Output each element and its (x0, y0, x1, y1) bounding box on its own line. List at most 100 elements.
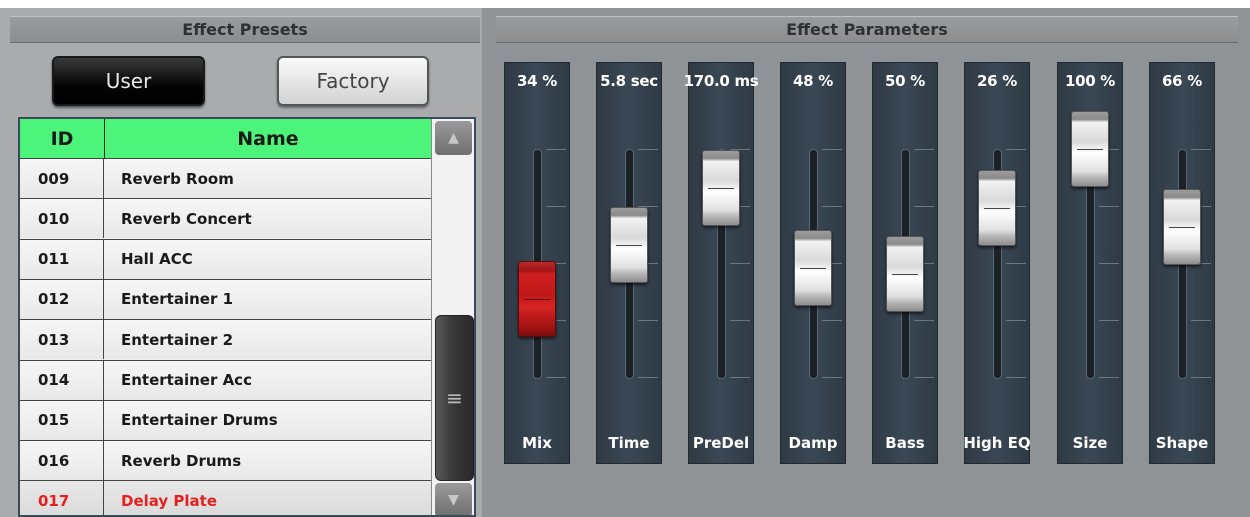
fader-bass: 50 % Bass (872, 62, 938, 464)
fader-label: Time (608, 434, 650, 452)
scale-tick (914, 206, 934, 207)
preset-id: 015 (20, 400, 104, 440)
fader-time: 5.8 sec Time (596, 62, 662, 464)
scale-tick (1191, 377, 1211, 378)
scale-tick (914, 377, 934, 378)
scale-tick (1099, 320, 1119, 321)
fader-knob[interactable] (518, 261, 556, 338)
preset-id: 010 (20, 199, 104, 239)
preset-name: Entertainer Acc (121, 371, 252, 389)
fader-high-eq: 26 % High EQ (963, 62, 1031, 464)
scale-tick (1099, 263, 1119, 264)
user-bank-button[interactable]: User (52, 56, 205, 106)
fader-value: 66 % (1162, 72, 1202, 90)
fader-label: Mix (522, 434, 552, 452)
scale-tick (822, 320, 842, 321)
fader-knob[interactable] (978, 170, 1016, 247)
fader-mix: 34 % Mix (504, 62, 570, 464)
scale-tick (1006, 320, 1026, 321)
preset-name: Entertainer Drums (121, 411, 278, 430)
preset-row[interactable]: 011 Hall ACC (20, 238, 431, 279)
scale-tick (1006, 263, 1026, 264)
scale-tick (822, 377, 842, 378)
preset-row[interactable]: 009 Reverb Room (20, 158, 431, 198)
fader-knob[interactable] (794, 229, 832, 306)
preset-row[interactable]: 014 Entertainer Acc (20, 359, 431, 400)
effect-presets-title: Effect Presets (10, 16, 480, 43)
triangle-up-icon: ▲ (448, 130, 459, 146)
preset-list-scrollbar[interactable]: ▲ ≡ ▼ (431, 119, 474, 515)
scale-tick (914, 149, 934, 150)
fader-size: 100 % Size (1057, 62, 1123, 464)
scale-tick (638, 149, 658, 150)
scale-tick (730, 377, 750, 378)
triangle-down-icon: ▼ (448, 492, 459, 508)
fader-value: 48 % (793, 72, 833, 90)
fader-value: 170.0 ms (683, 72, 759, 90)
scale-tick (1191, 149, 1211, 150)
preset-list-header: ID Name (20, 119, 431, 158)
scroll-down-button[interactable]: ▼ (435, 483, 472, 515)
fader-label: PreDel (692, 434, 750, 452)
preset-row[interactable]: 017 Delay Plate (20, 480, 431, 515)
preset-id: 012 (20, 279, 104, 319)
fader-value: 100 % (1064, 72, 1116, 90)
preset-name: Reverb Drums (121, 451, 242, 470)
name-column-header: Name (237, 127, 299, 150)
preset-row[interactable]: 016 Reverb Drums (20, 440, 431, 481)
scale-tick (1099, 206, 1119, 207)
fader-label: Bass (885, 434, 925, 452)
factory-bank-button[interactable]: Factory (277, 56, 429, 106)
scale-tick (1099, 377, 1119, 378)
fader-value: 26 % (977, 72, 1017, 90)
scale-tick (822, 149, 842, 150)
grip-lines-icon: ≡ (446, 386, 463, 410)
preset-name: Entertainer 2 (121, 330, 234, 349)
fader-label: Shape (1155, 434, 1209, 452)
fader-knob[interactable] (1163, 188, 1201, 265)
preset-id: 011 (20, 239, 104, 279)
scroll-thumb[interactable]: ≡ (435, 315, 474, 481)
fader-knob[interactable] (610, 206, 648, 283)
fader-shape: 66 % Shape (1149, 62, 1215, 464)
scale-tick (730, 263, 750, 264)
preset-list: ID Name 009 Reverb Room 010 Reverb Concert 0… (18, 117, 476, 517)
fader-knob[interactable] (702, 149, 740, 226)
fader-knob[interactable] (1071, 111, 1109, 187)
scale-tick (1006, 377, 1026, 378)
preset-name: Reverb Concert (121, 209, 252, 228)
preset-id: 013 (20, 320, 104, 360)
fader-predel: 170.0 ms PreDel (683, 62, 759, 464)
scroll-up-button[interactable]: ▲ (435, 121, 472, 155)
preset-row[interactable]: 013 Entertainer 2 (20, 319, 431, 360)
scale-tick (822, 206, 842, 207)
scale-tick (638, 377, 658, 378)
scale-tick (546, 206, 566, 207)
effect-parameters-title: Effect Parameters (496, 16, 1238, 43)
fader-label: Size (1072, 434, 1108, 452)
fader-value: 50 % (885, 72, 925, 90)
preset-row[interactable]: 015 Entertainer Drums (20, 399, 431, 440)
scale-tick (730, 320, 750, 321)
scale-tick (1191, 320, 1211, 321)
fader-label: High EQ (963, 434, 1031, 452)
scale-tick (546, 149, 566, 150)
scale-tick (546, 377, 566, 378)
preset-name: Hall ACC (121, 250, 193, 269)
preset-row[interactable]: 012 Entertainer 1 (20, 278, 431, 319)
fader-damp: 48 % Damp (780, 62, 846, 464)
scale-tick (1006, 149, 1026, 150)
preset-id: 016 (20, 441, 104, 481)
scale-tick (638, 320, 658, 321)
fader-value: 34 % (517, 72, 557, 90)
fader-value: 5.8 sec (600, 72, 658, 90)
id-column-header: ID (20, 119, 105, 158)
preset-row[interactable]: 010 Reverb Concert (20, 198, 431, 239)
preset-id: 009 (20, 159, 104, 198)
preset-name: Entertainer 1 (121, 290, 234, 309)
fader-knob[interactable] (886, 236, 924, 313)
scale-tick (914, 320, 934, 321)
fader-label: Damp (788, 434, 838, 452)
preset-name: Delay Plate (121, 491, 218, 510)
preset-id: 014 (20, 360, 104, 400)
